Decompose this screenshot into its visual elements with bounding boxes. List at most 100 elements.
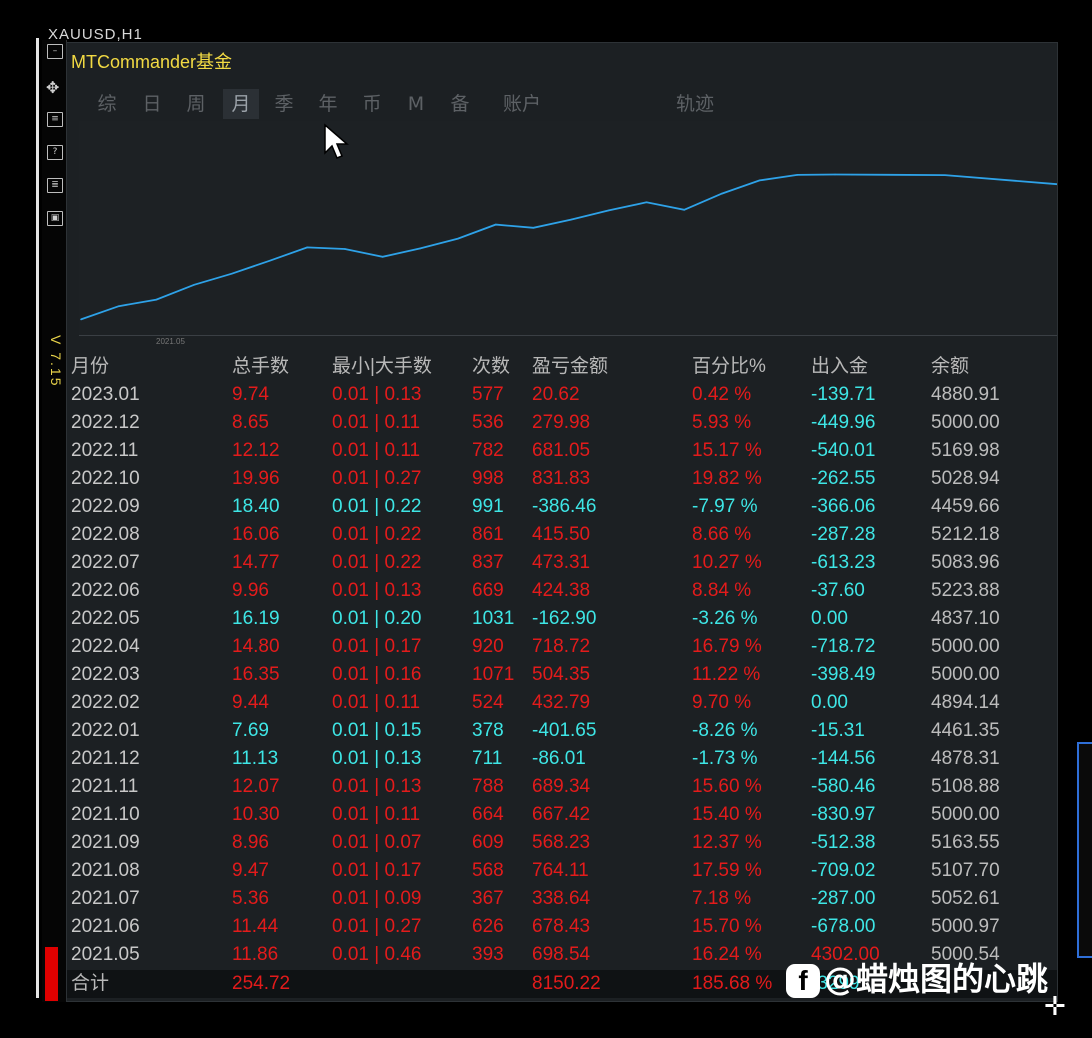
equity-point bbox=[570, 218, 572, 221]
row-percent: 0.42 % bbox=[692, 384, 752, 405]
row-count: 669 bbox=[472, 580, 504, 601]
restore-icon[interactable]: ▣ bbox=[47, 211, 63, 226]
equity-point bbox=[419, 247, 422, 250]
period-tabs: 综 日 周 月 季 年 币 M 备 账户 轨迹 bbox=[87, 89, 1047, 119]
row-cash-flow: -15.31 bbox=[811, 720, 865, 741]
clear-icon[interactable]: ≡ bbox=[47, 112, 63, 127]
row-min-max-lots: 0.01 | 0.15 bbox=[332, 720, 422, 741]
fund-panel: MTCommander基金 综 日 周 月 季 年 币 M 备 账户 轨迹 20… bbox=[66, 42, 1058, 1002]
row-min-max-lots: 0.01 | 0.13 bbox=[332, 580, 422, 601]
row-min-max-lots: 0.01 | 0.11 bbox=[332, 440, 421, 461]
row-count: 920 bbox=[472, 636, 504, 657]
row-month: 2022.03 bbox=[71, 664, 140, 685]
row-min-max-lots: 0.01 | 0.07 bbox=[332, 832, 422, 853]
row-total-lots: 11.44 bbox=[232, 916, 279, 937]
settings-icon[interactable]: ≣ bbox=[47, 178, 63, 193]
row-pnl: 473.31 bbox=[532, 552, 591, 573]
row-cash-flow: -37.60 bbox=[811, 580, 865, 601]
row-percent: 12.37 % bbox=[692, 832, 762, 853]
tab-account[interactable]: 账户 bbox=[492, 89, 552, 119]
row-cash-flow: -678.00 bbox=[811, 916, 876, 937]
row-pnl: 689.34 bbox=[532, 776, 591, 797]
total-percent: 185.68 % bbox=[692, 973, 773, 994]
row-balance: 5212.18 bbox=[931, 524, 1000, 545]
row-pnl: -86.01 bbox=[532, 748, 586, 769]
tab-currency[interactable]: 币 bbox=[352, 89, 392, 119]
row-month: 2021.06 bbox=[71, 916, 140, 937]
row-balance: 5083.96 bbox=[931, 552, 1000, 573]
crosshair-icon: ✛ bbox=[1044, 992, 1066, 1022]
row-min-max-lots: 0.01 | 0.17 bbox=[332, 860, 422, 881]
row-percent: 5.93 % bbox=[692, 412, 752, 433]
watermark-text: @蜡烛图的心跳 bbox=[824, 960, 1049, 998]
row-count: 998 bbox=[472, 468, 504, 489]
equity-series-line bbox=[80, 173, 1058, 321]
row-pnl: -162.90 bbox=[532, 608, 597, 629]
tab-week[interactable]: 周 bbox=[176, 89, 216, 119]
row-pnl: 764.11 bbox=[532, 860, 589, 881]
version-label: V 7.15 bbox=[48, 335, 64, 388]
row-count: 367 bbox=[472, 888, 504, 909]
row-pnl: 831.83 bbox=[532, 468, 591, 489]
chart-x-tick-label: 2021.05 bbox=[156, 337, 185, 346]
row-cash-flow: -709.02 bbox=[811, 860, 876, 881]
tab-year[interactable]: 年 bbox=[308, 89, 348, 119]
row-month: 2022.11 bbox=[71, 440, 139, 461]
table-row: 2022.02 9.44 0.01 | 0.11 524 432.79 9.70 % 0.0… bbox=[67, 689, 1057, 717]
tab-backup[interactable]: 备 bbox=[440, 89, 480, 119]
red-marker bbox=[45, 947, 58, 1001]
row-month: 2021.12 bbox=[71, 748, 140, 769]
row-min-max-lots: 0.01 | 0.13 bbox=[332, 776, 422, 797]
row-percent: 16.79 % bbox=[692, 636, 762, 657]
equity-point bbox=[645, 201, 648, 204]
row-balance: 4459.66 bbox=[931, 496, 1000, 517]
equity-point bbox=[193, 283, 195, 286]
equity-point bbox=[344, 248, 346, 250]
table-row: 2021.12 11.13 0.01 | 0.13 711 -86.01 -1.73 % -… bbox=[67, 745, 1057, 773]
row-min-max-lots: 0.01 | 0.09 bbox=[332, 888, 422, 909]
table-row: 2022.05 16.19 0.01 | 0.20 1031 -162.90 -3.26 … bbox=[67, 605, 1057, 633]
row-total-lots: 14.77 bbox=[232, 552, 280, 573]
row-total-lots: 9.47 bbox=[232, 860, 269, 881]
tab-summary[interactable]: 综 bbox=[87, 89, 127, 119]
row-total-lots: 12.07 bbox=[232, 776, 280, 797]
row-total-lots: 11.13 bbox=[232, 748, 279, 769]
row-count: 991 bbox=[472, 496, 504, 517]
row-cash-flow: -287.28 bbox=[811, 524, 876, 545]
row-total-lots: 18.40 bbox=[232, 496, 280, 517]
row-cash-flow: -139.71 bbox=[811, 384, 876, 405]
tab-trajectory[interactable]: 轨迹 bbox=[665, 89, 725, 119]
row-percent: 16.24 % bbox=[692, 944, 762, 965]
minimize-icon[interactable]: – bbox=[47, 44, 63, 59]
move-icon[interactable]: ✥ bbox=[46, 78, 59, 97]
row-count: 837 bbox=[472, 552, 504, 573]
row-balance: 4837.10 bbox=[931, 608, 1000, 629]
row-pnl: 338.64 bbox=[532, 888, 591, 909]
row-month: 2021.05 bbox=[71, 944, 140, 965]
help-icon[interactable]: ? bbox=[47, 145, 63, 160]
row-cash-flow: -613.23 bbox=[811, 552, 876, 573]
tab-quarter[interactable]: 季 bbox=[264, 89, 304, 119]
row-cash-flow: -540.01 bbox=[811, 440, 876, 461]
header-balance: 余额 bbox=[931, 356, 970, 377]
row-month: 2021.09 bbox=[71, 832, 140, 853]
row-month: 2021.10 bbox=[71, 804, 140, 825]
tab-m[interactable]: M bbox=[396, 89, 436, 119]
table-row: 2022.08 16.06 0.01 | 0.22 861 415.50 8.66 % -2… bbox=[67, 521, 1057, 549]
row-pnl: 415.50 bbox=[532, 524, 591, 545]
row-total-lots: 14.80 bbox=[232, 636, 280, 657]
tab-month[interactable]: 月 bbox=[223, 89, 259, 119]
row-percent: 15.17 % bbox=[692, 440, 762, 461]
row-balance: 5028.94 bbox=[931, 468, 1000, 489]
row-balance: 5108.88 bbox=[931, 776, 1000, 797]
header-min-max-lots: 最小|大手数 bbox=[332, 356, 432, 377]
row-total-lots: 8.65 bbox=[232, 412, 269, 433]
row-month: 2022.09 bbox=[71, 496, 140, 517]
row-balance: 5000.00 bbox=[931, 664, 1000, 685]
row-cash-flow: -262.55 bbox=[811, 468, 876, 489]
equity-point bbox=[268, 259, 271, 262]
row-count: 788 bbox=[472, 776, 504, 797]
tab-day[interactable]: 日 bbox=[132, 89, 172, 119]
header-percent: 百分比% bbox=[692, 356, 766, 377]
side-scroll-panel[interactable] bbox=[1077, 742, 1092, 958]
